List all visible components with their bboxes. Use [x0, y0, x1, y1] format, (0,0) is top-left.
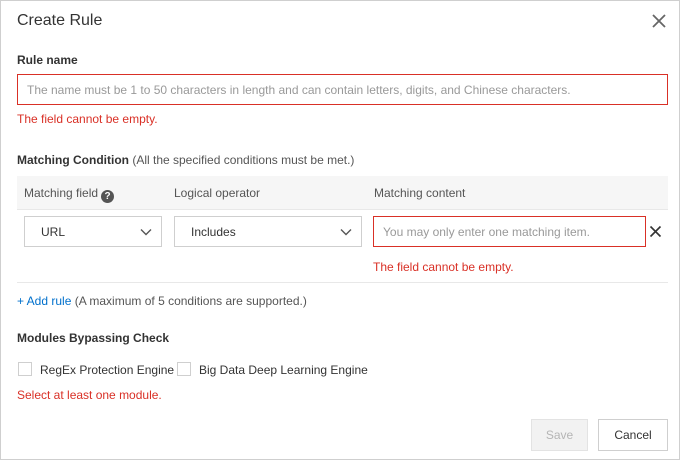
- dialog-title: Create Rule: [17, 12, 103, 29]
- column-matching-field-label: Matching field: [24, 186, 99, 200]
- logical-operator-value: Includes: [191, 225, 236, 239]
- chevron-down-icon: [340, 229, 352, 236]
- condition-table-header: Matching field? Logical operator Matchin…: [17, 176, 668, 210]
- regex-engine-option[interactable]: RegEx Protection Engine: [18, 362, 174, 378]
- column-matching-field: Matching field?: [24, 186, 115, 203]
- column-matching-content: Matching content: [374, 186, 466, 200]
- chevron-down-icon: [140, 229, 152, 236]
- matching-field-value: URL: [41, 225, 66, 239]
- matching-condition-note: (All the specified conditions must be me…: [132, 153, 355, 167]
- matching-condition-title: Matching Condition: [17, 153, 129, 167]
- close-icon[interactable]: [650, 12, 668, 30]
- add-rule-row: + Add rule (A maximum of 5 conditions ar…: [17, 294, 307, 308]
- deep-learning-engine-label: Big Data Deep Learning Engine: [199, 363, 368, 377]
- deep-learning-engine-checkbox[interactable]: [177, 362, 191, 376]
- add-rule-note: (A maximum of 5 conditions are supported…: [74, 294, 307, 308]
- column-logical-operator: Logical operator: [174, 186, 261, 200]
- matching-content-input[interactable]: [373, 216, 646, 247]
- matching-content-error: The field cannot be empty.: [373, 260, 514, 274]
- modules-title: Modules Bypassing Check: [17, 331, 170, 345]
- create-rule-dialog: Create Rule Rule name The field cannot b…: [0, 0, 680, 460]
- matching-field-select[interactable]: URL: [24, 216, 162, 247]
- regex-engine-checkbox[interactable]: [18, 362, 32, 376]
- regex-engine-label: RegEx Protection Engine: [40, 363, 175, 377]
- condition-divider: [17, 282, 668, 283]
- rule-name-label: Rule name: [17, 53, 78, 67]
- cancel-button[interactable]: Cancel: [598, 419, 668, 451]
- rule-name-input[interactable]: [17, 74, 668, 105]
- matching-condition-heading: Matching Condition (All the specified co…: [17, 153, 354, 167]
- modules-error: Select at least one module.: [17, 388, 162, 402]
- save-button[interactable]: Save: [531, 419, 588, 451]
- delete-row-icon[interactable]: [649, 225, 662, 238]
- question-circle-icon[interactable]: ?: [101, 190, 115, 203]
- add-rule-link[interactable]: + Add rule: [17, 294, 71, 308]
- deep-learning-engine-option[interactable]: Big Data Deep Learning Engine: [177, 362, 368, 378]
- logical-operator-select[interactable]: Includes: [174, 216, 362, 247]
- rule-name-error: The field cannot be empty.: [17, 112, 158, 126]
